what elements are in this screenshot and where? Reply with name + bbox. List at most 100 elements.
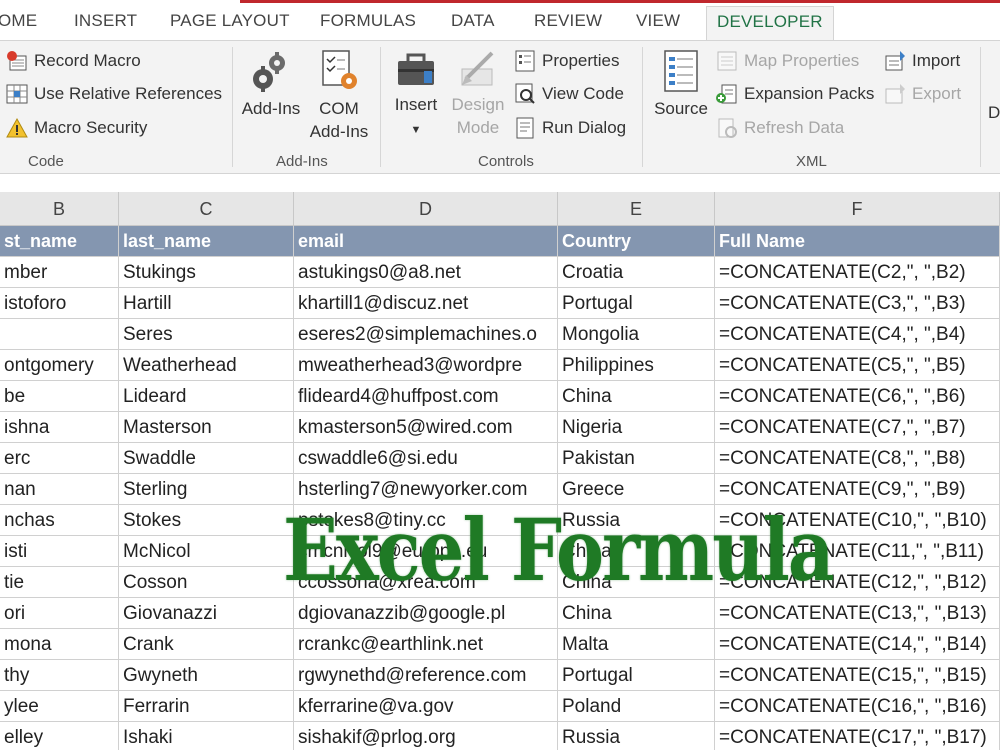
full-name-cell[interactable]: =CONCATENATE(C5,", ",B5): [715, 350, 1000, 381]
column-header-f[interactable]: F: [715, 192, 1000, 226]
first-name-cell[interactable]: elley: [0, 722, 119, 750]
last-name-cell[interactable]: Sterling: [119, 474, 294, 505]
country-cell[interactable]: Philippines: [558, 350, 715, 381]
column-header-c[interactable]: C: [119, 192, 294, 226]
full-name-cell[interactable]: =CONCATENATE(C17,", ",B17): [715, 722, 1000, 750]
insert-control-button[interactable]: Insert ▼: [386, 49, 446, 142]
tab-review[interactable]: REVIEW: [534, 11, 602, 31]
first-name-cell[interactable]: ylee: [0, 691, 119, 722]
first-name-cell[interactable]: nchas: [0, 505, 119, 536]
email-cell[interactable]: flideard4@huffpost.com: [294, 381, 558, 412]
first-name-cell[interactable]: mona: [0, 629, 119, 660]
tab-home[interactable]: OME: [0, 11, 37, 31]
full-name-cell[interactable]: =CONCATENATE(C13,", ",B13): [715, 598, 1000, 629]
document-panel-button-partial[interactable]: D: [988, 103, 1000, 123]
header-full-name-cell[interactable]: Full Name: [715, 226, 1000, 257]
email-cell[interactable]: astukings0@a8.net: [294, 257, 558, 288]
last-name-cell[interactable]: Ferrarin: [119, 691, 294, 722]
full-name-cell[interactable]: =CONCATENATE(C6,", ",B6): [715, 381, 1000, 412]
full-name-cell[interactable]: =CONCATENATE(C15,", ",B15): [715, 660, 1000, 691]
last-name-cell[interactable]: Crank: [119, 629, 294, 660]
column-header-e[interactable]: E: [558, 192, 715, 226]
email-cell[interactable]: kferrarine@va.gov: [294, 691, 558, 722]
email-cell[interactable]: sishakif@prlog.org: [294, 722, 558, 750]
last-name-cell[interactable]: Giovanazzi: [119, 598, 294, 629]
com-add-ins-button[interactable]: COM Add-Ins: [306, 49, 372, 143]
last-name-cell[interactable]: Hartill: [119, 288, 294, 319]
first-name-cell[interactable]: istoforo: [0, 288, 119, 319]
first-name-cell[interactable]: tie: [0, 567, 119, 598]
country-cell[interactable]: Portugal: [558, 660, 715, 691]
first-name-cell[interactable]: thy: [0, 660, 119, 691]
full-name-cell[interactable]: =CONCATENATE(C16,", ",B16): [715, 691, 1000, 722]
country-cell[interactable]: Poland: [558, 691, 715, 722]
last-name-cell[interactable]: Cosson: [119, 567, 294, 598]
full-name-cell[interactable]: =CONCATENATE(C4,", ",B4): [715, 319, 1000, 350]
source-button[interactable]: Source: [650, 49, 712, 120]
last-name-cell[interactable]: Gwyneth: [119, 660, 294, 691]
country-cell[interactable]: Pakistan: [558, 443, 715, 474]
first-name-cell[interactable]: ishna: [0, 412, 119, 443]
tab-view[interactable]: VIEW: [636, 11, 680, 31]
use-relative-references-button[interactable]: Use Relative References: [6, 83, 222, 105]
full-name-cell[interactable]: =CONCATENATE(C2,", ",B2): [715, 257, 1000, 288]
properties-button[interactable]: Properties: [514, 50, 619, 72]
email-cell[interactable]: eseres2@simplemachines.o: [294, 319, 558, 350]
country-cell[interactable]: Nigeria: [558, 412, 715, 443]
export-button[interactable]: Export: [884, 83, 961, 105]
email-cell[interactable]: rcrankc@earthlink.net: [294, 629, 558, 660]
last-name-cell[interactable]: Masterson: [119, 412, 294, 443]
email-cell[interactable]: kmasterson5@wired.com: [294, 412, 558, 443]
tab-page-layout[interactable]: PAGE LAYOUT: [170, 11, 290, 31]
expansion-packs-button[interactable]: Expansion Packs: [716, 83, 874, 105]
email-cell[interactable]: rgwynethd@reference.com: [294, 660, 558, 691]
header-last-name-cell[interactable]: last_name: [119, 226, 294, 257]
first-name-cell[interactable]: [0, 319, 119, 350]
last-name-cell[interactable]: Swaddle: [119, 443, 294, 474]
first-name-cell[interactable]: isti: [0, 536, 119, 567]
email-cell[interactable]: mweatherhead3@wordpre: [294, 350, 558, 381]
import-button[interactable]: Import: [884, 50, 960, 72]
country-cell[interactable]: Portugal: [558, 288, 715, 319]
record-macro-button[interactable]: Record Macro: [6, 50, 141, 72]
refresh-data-button[interactable]: Refresh Data: [716, 117, 844, 139]
first-name-cell[interactable]: erc: [0, 443, 119, 474]
country-cell[interactable]: Mongolia: [558, 319, 715, 350]
full-name-cell[interactable]: =CONCATENATE(C8,", ",B8): [715, 443, 1000, 474]
full-name-cell[interactable]: =CONCATENATE(C3,", ",B3): [715, 288, 1000, 319]
run-dialog-button[interactable]: Run Dialog: [514, 117, 626, 139]
first-name-cell[interactable]: ontgomery: [0, 350, 119, 381]
first-name-cell[interactable]: ori: [0, 598, 119, 629]
country-cell[interactable]: Russia: [558, 722, 715, 750]
add-ins-button[interactable]: Add-Ins: [238, 49, 304, 120]
full-name-cell[interactable]: =CONCATENATE(C14,", ",B14): [715, 629, 1000, 660]
macro-security-button[interactable]: Macro Security: [6, 117, 147, 139]
country-cell[interactable]: Malta: [558, 629, 715, 660]
tab-developer[interactable]: DEVELOPER: [706, 6, 834, 42]
email-cell[interactable]: cswaddle6@si.edu: [294, 443, 558, 474]
map-properties-button[interactable]: Map Properties: [716, 50, 859, 72]
first-name-cell[interactable]: mber: [0, 257, 119, 288]
header-country-cell[interactable]: Country: [558, 226, 715, 257]
last-name-cell[interactable]: Seres: [119, 319, 294, 350]
tab-data[interactable]: DATA: [451, 11, 495, 31]
column-header-b[interactable]: B: [0, 192, 119, 226]
last-name-cell[interactable]: Ishaki: [119, 722, 294, 750]
country-cell[interactable]: China: [558, 598, 715, 629]
first-name-cell[interactable]: be: [0, 381, 119, 412]
last-name-cell[interactable]: Weatherhead: [119, 350, 294, 381]
view-code-button[interactable]: View Code: [514, 83, 624, 105]
country-cell[interactable]: China: [558, 381, 715, 412]
column-header-d[interactable]: D: [294, 192, 558, 226]
last-name-cell[interactable]: Stukings: [119, 257, 294, 288]
last-name-cell[interactable]: Lideard: [119, 381, 294, 412]
email-cell[interactable]: khartill1@discuz.net: [294, 288, 558, 319]
tab-insert[interactable]: INSERT: [74, 11, 137, 31]
email-cell[interactable]: dgiovanazzib@google.pl: [294, 598, 558, 629]
header-first-name-cell[interactable]: st_name: [0, 226, 119, 257]
first-name-cell[interactable]: nan: [0, 474, 119, 505]
last-name-cell[interactable]: Stokes: [119, 505, 294, 536]
design-mode-button[interactable]: Design Mode: [448, 49, 508, 139]
tab-formulas[interactable]: FORMULAS: [320, 11, 416, 31]
full-name-cell[interactable]: =CONCATENATE(C7,", ",B7): [715, 412, 1000, 443]
